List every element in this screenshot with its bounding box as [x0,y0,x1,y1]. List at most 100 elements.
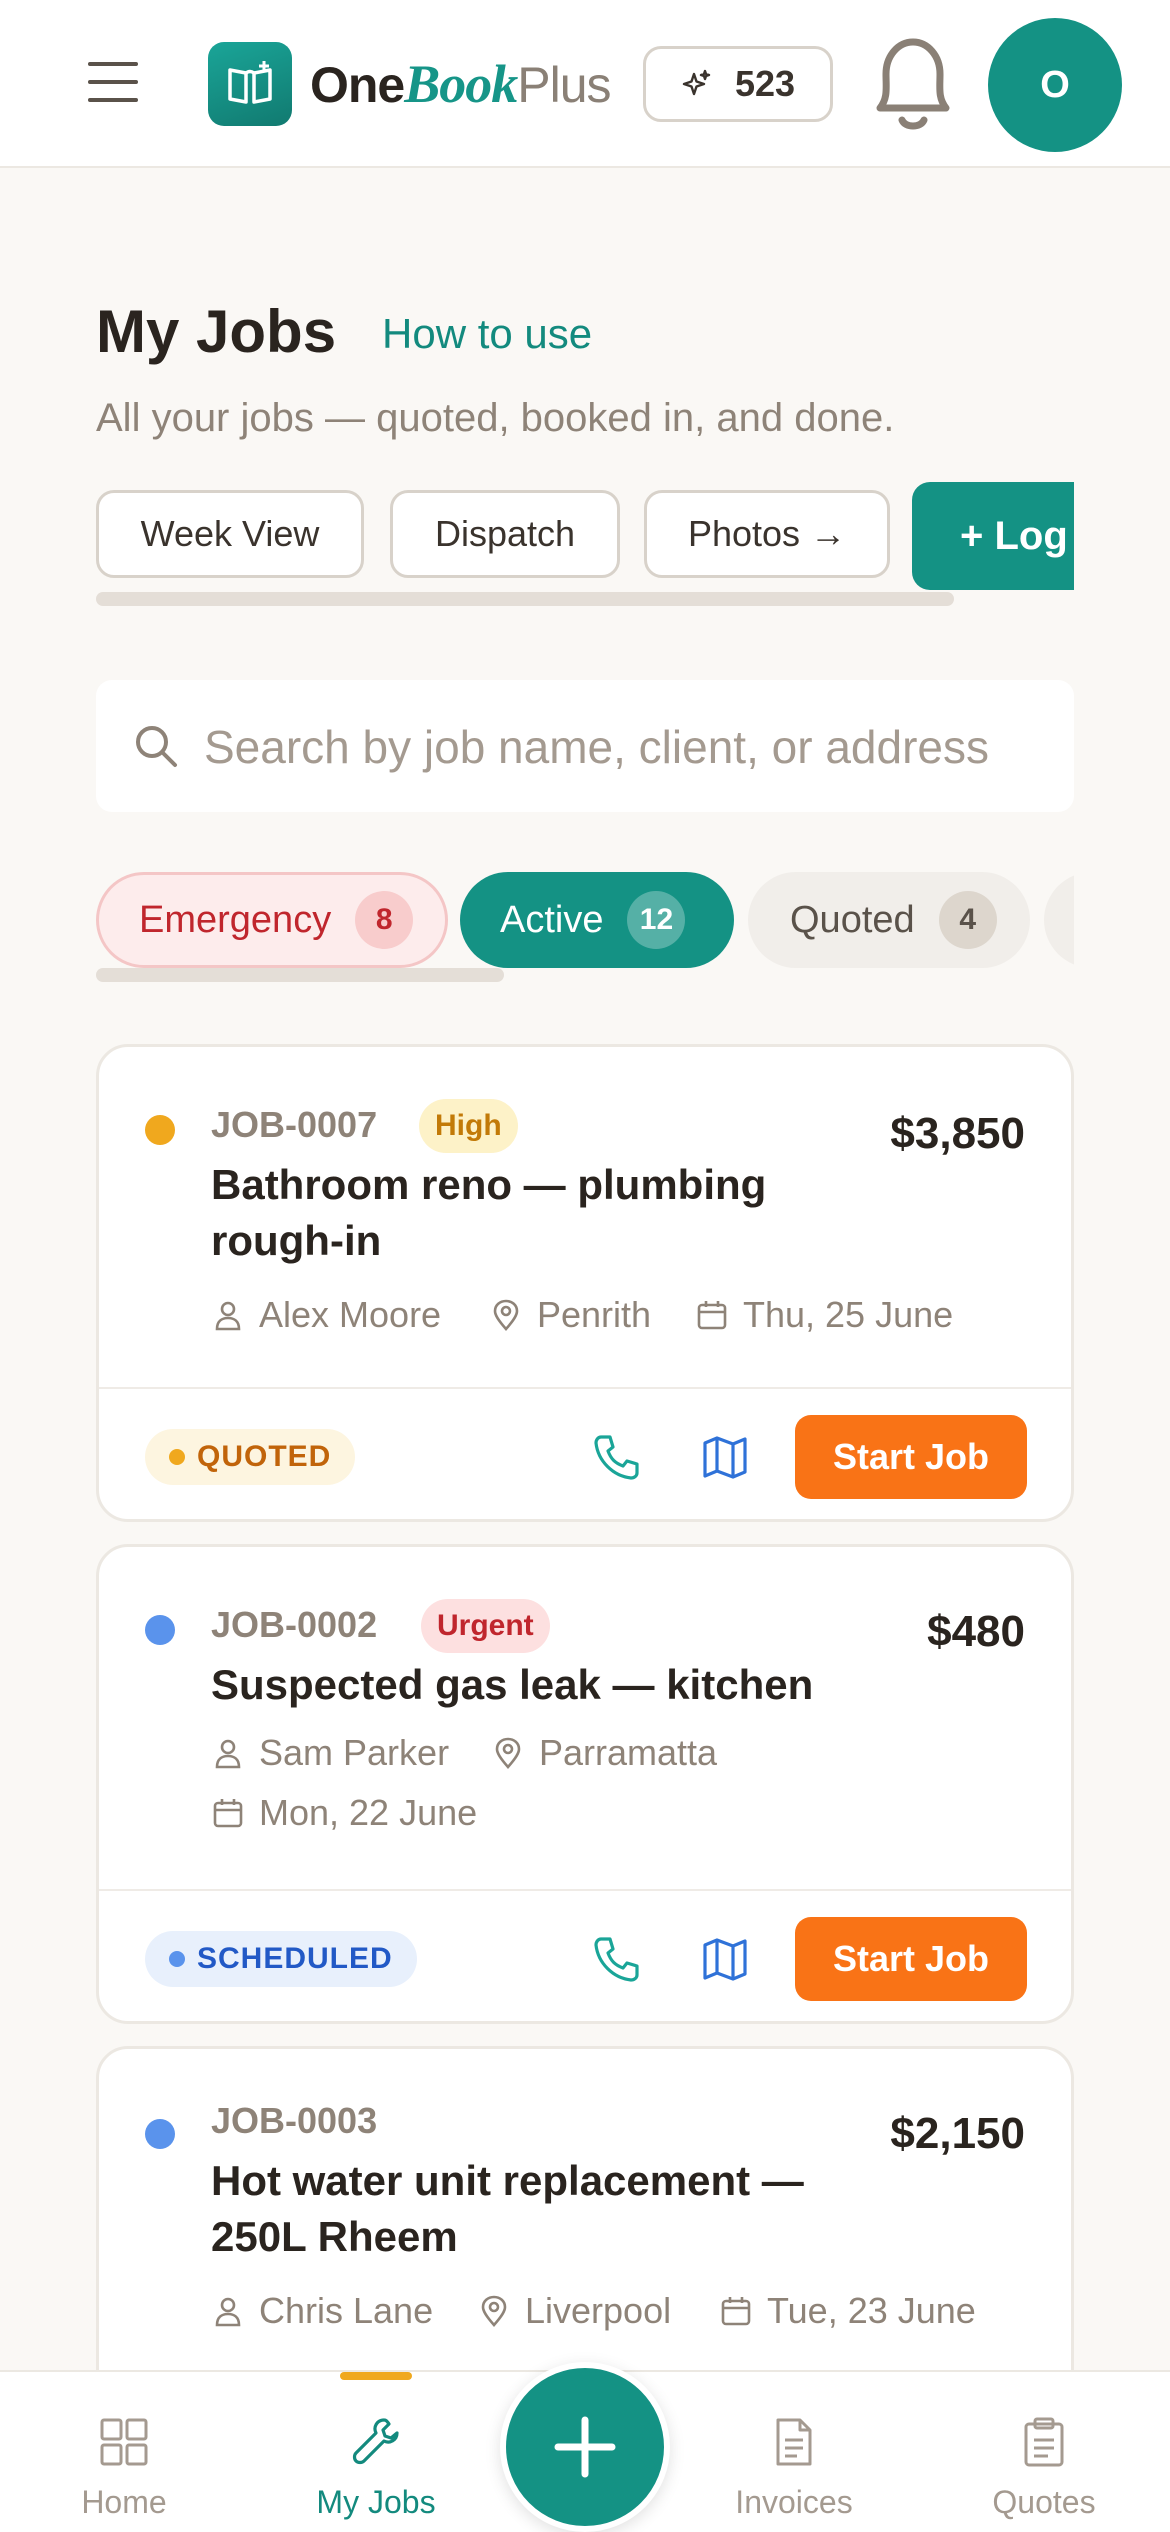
brand-book: Book [404,54,518,114]
search-icon [136,726,177,767]
photos-button[interactable]: Photos → [644,490,890,578]
nav-invoices[interactable]: Invoices [694,2372,894,2532]
quick-actions: Week View Dispatch Photos → + Log [96,482,1074,594]
search-bar[interactable]: Search by job name, client, or address [96,680,1074,812]
job-price: $480 [927,1607,1025,1656]
quick-actions-scrollbar[interactable] [96,592,954,606]
page-title: My Jobs [96,298,337,365]
status-dot [169,1951,185,1967]
filter-chips: Emergency 8 Active 12 Quoted 4 [96,868,1074,970]
calendar-icon [697,1301,727,1330]
status-badge: SCHEDULED [145,1931,417,1987]
filter-count: 12 [627,891,686,949]
job-card[interactable]: JOB-0007 High $3,850 Bathroom reno — plu… [96,1044,1074,1522]
job-status-dot [145,2119,175,2149]
nav-label: Quotes [992,2484,1096,2520]
status-label: QUOTED [197,1440,332,1473]
nav-home[interactable]: Home [24,2372,224,2532]
map-icon[interactable] [695,1929,755,1989]
job-client: Sam Parker [211,1731,449,1775]
avatar-initial: O [1040,63,1070,106]
nav-my-jobs[interactable]: My Jobs [276,2372,476,2532]
location-pin-icon [493,1299,519,1331]
filter-more[interactable] [1044,872,1074,968]
job-id: JOB-0002 [211,1604,378,1645]
status-dot [169,1449,185,1465]
person-icon [215,1301,241,1331]
start-job-button[interactable]: Start Job [795,1415,1027,1499]
how-to-use-link[interactable]: How to use [382,308,592,360]
job-price: $2,150 [890,2109,1025,2158]
sparkle-icon [682,69,711,96]
job-title: Suspected gas leak — kitchen [211,1661,814,1708]
app-header: OneBookPlus 523 O [0,0,1170,168]
date-text: Mon, 22 June [259,1792,478,1833]
job-title: Bathroom reno — plumbing rough-in [211,1161,767,1264]
location-name: Liverpool [525,2290,672,2331]
job-client: Chris Lane [211,2289,433,2333]
date-text: Thu, 25 June [743,1294,954,1335]
location-name: Penrith [537,1294,652,1335]
map-icon[interactable] [695,1427,755,1487]
bell-icon[interactable] [858,28,968,140]
job-card[interactable]: JOB-0002 Urgent $480 Suspected gas leak … [96,1544,1074,2024]
phone-icon[interactable] [587,1427,647,1487]
week-view-button[interactable]: Week View [96,490,364,578]
clipboard-icon [1016,2414,1072,2470]
search-input[interactable]: Search by job name, client, or address [204,720,1034,774]
job-id: JOB-0007 [211,1104,378,1145]
brand-plus: Plus [517,57,611,113]
job-client: Alex Moore [211,1293,441,1337]
dispatch-button[interactable]: Dispatch [390,490,620,578]
client-name: Chris Lane [259,2290,434,2331]
start-job-button[interactable]: Start Job [795,1917,1027,2001]
add-job-fab[interactable] [500,2362,670,2532]
status-label: SCHEDULED [197,1942,393,1975]
filter-emergency[interactable]: Emergency 8 [96,872,448,968]
filter-label: Active [500,898,604,941]
filter-label: Emergency [139,898,332,941]
nav-label: Invoices [735,2484,853,2520]
phone-icon[interactable] [587,1929,647,1989]
filter-quoted[interactable]: Quoted 4 [748,872,1030,968]
log-job-button[interactable]: + Log [912,482,1074,590]
client-name: Sam Parker [259,1732,450,1773]
brand-logo[interactable]: OneBookPlus [310,52,612,117]
plus-icon [554,2416,616,2478]
credits-button[interactable]: 523 [643,46,833,122]
filter-scrollbar[interactable] [96,968,504,982]
document-icon [766,2414,822,2470]
job-date: Mon, 22 June [211,1791,477,1835]
filter-count: 8 [355,891,414,949]
nav-label: Home [81,2484,167,2520]
menu-icon[interactable] [88,62,138,102]
filter-label: Quoted [790,898,915,941]
job-location: Liverpool [477,2289,671,2333]
job-price: $3,850 [890,1109,1025,1158]
nav-label: My Jobs [316,2484,436,2520]
job-location: Parramatta [491,1731,717,1775]
job-date: Tue, 23 June [719,2289,976,2333]
job-title: Hot water unit replacement — 250L Rheem [211,2157,804,2260]
job-id: JOB-0003 [211,2100,378,2141]
location-pin-icon [481,2295,507,2327]
job-location: Penrith [489,1293,651,1337]
priority-badge: High [419,1099,518,1153]
page-subtitle: All your jobs — quoted, booked in, and d… [96,396,895,440]
filter-count: 4 [938,891,997,949]
job-date: Thu, 25 June [695,1293,953,1337]
card-divider [99,1889,1071,1891]
grid-icon [96,2414,152,2470]
job-status-dot [145,1115,175,1145]
person-icon [215,2297,241,2327]
calendar-icon [721,2297,751,2326]
filter-active[interactable]: Active 12 [460,872,734,968]
avatar[interactable]: O [988,18,1122,152]
wrench-icon [348,2414,404,2470]
calendar-icon [213,1799,243,1828]
client-name: Alex Moore [259,1294,442,1335]
nav-quotes[interactable]: Quotes [944,2372,1144,2532]
location-pin-icon [495,1737,521,1769]
job-status-dot [145,1615,175,1645]
location-name: Parramatta [539,1732,718,1773]
